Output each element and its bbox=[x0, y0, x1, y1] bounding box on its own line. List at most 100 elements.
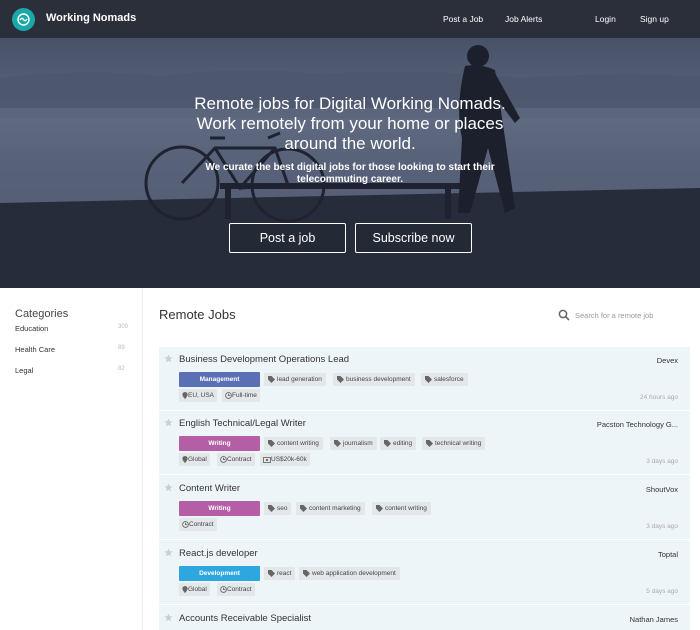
tag-label: react bbox=[277, 570, 292, 577]
tag-icon bbox=[300, 505, 307, 512]
nav-sign-up[interactable]: Sign up bbox=[640, 14, 669, 24]
hero-title: Remote jobs for Digital Working Nomads. … bbox=[194, 94, 506, 153]
tag[interactable]: journalism bbox=[330, 437, 377, 450]
categories-sidebar: Categories Education 309 Health Care 89 … bbox=[0, 288, 143, 630]
category-badge[interactable]: Writing bbox=[179, 501, 260, 516]
tag-icon bbox=[384, 440, 391, 447]
star-icon[interactable] bbox=[164, 418, 173, 427]
location-badge: Global bbox=[179, 453, 210, 466]
tag-label: content marketing bbox=[309, 505, 361, 512]
job-row[interactable]: React.js developer Toptal Development re… bbox=[159, 541, 690, 605]
job-row[interactable]: Accounts Receivable Specialist Nathan Ja… bbox=[159, 606, 690, 630]
tag-label: editing bbox=[393, 440, 413, 447]
search-input[interactable]: Search for a remote job bbox=[555, 306, 690, 326]
nav-login[interactable]: Login bbox=[595, 14, 616, 24]
tag-label: content writing bbox=[277, 440, 319, 447]
job-time: 5 days ago bbox=[646, 588, 678, 595]
tag-label: web application development bbox=[312, 570, 396, 577]
tag[interactable]: business development bbox=[333, 373, 415, 386]
job-type-badge: Full-time bbox=[222, 389, 260, 402]
category-badge[interactable]: Management bbox=[179, 372, 260, 387]
sidebar-item-health-care[interactable]: Health Care bbox=[15, 345, 55, 354]
page-title: Remote Jobs bbox=[159, 307, 236, 322]
category-badge[interactable]: Writing bbox=[179, 436, 260, 451]
sidebar-count-health-care: 89 bbox=[118, 345, 125, 351]
tag-label: content writing bbox=[385, 505, 427, 512]
tag[interactable]: content marketing bbox=[296, 502, 365, 515]
job-company[interactable]: Nathan James bbox=[630, 615, 678, 624]
search-placeholder: Search for a remote job bbox=[575, 311, 654, 320]
search-icon bbox=[558, 309, 570, 321]
job-type-badge: Contract bbox=[217, 453, 255, 466]
tag-icon bbox=[426, 440, 433, 447]
job-row[interactable]: English Technical/Legal Writer Pacston T… bbox=[159, 411, 690, 475]
tag[interactable]: lead generation bbox=[264, 373, 326, 386]
tag-label: journalism bbox=[343, 440, 373, 447]
sidebar-count-legal: 82 bbox=[118, 366, 125, 372]
tag-icon bbox=[268, 440, 275, 447]
location-label: Global bbox=[188, 456, 207, 463]
job-time: 24 hours ago bbox=[640, 394, 678, 401]
post-a-job-button[interactable]: Post a job bbox=[229, 223, 346, 253]
nav-job-alerts[interactable]: Job Alerts bbox=[505, 14, 542, 24]
job-type-label: Contract bbox=[227, 586, 252, 593]
top-navbar: Working Nomads Post a Job Job Alerts Log… bbox=[0, 0, 700, 38]
tag-icon bbox=[376, 505, 383, 512]
tag[interactable]: editing bbox=[380, 437, 417, 450]
tag[interactable]: content writing bbox=[372, 502, 431, 515]
location-badge: EU, USA bbox=[179, 389, 218, 402]
job-title[interactable]: React.js developer bbox=[179, 548, 258, 559]
job-type-badge: Contract bbox=[217, 583, 255, 596]
tag-icon bbox=[303, 570, 310, 577]
salary-label: US$20k-60k bbox=[271, 456, 307, 463]
tag[interactable]: salesforce bbox=[421, 373, 468, 386]
job-title[interactable]: English Technical/Legal Writer bbox=[179, 418, 306, 429]
sidebar-count-education: 309 bbox=[118, 324, 129, 330]
clock-icon bbox=[220, 586, 227, 593]
job-row[interactable]: Content Writer ShoutVox Writing seo cont… bbox=[159, 476, 690, 540]
tag-label: technical writing bbox=[435, 440, 482, 447]
job-title[interactable]: Content Writer bbox=[179, 483, 240, 494]
tag-label: seo bbox=[277, 505, 288, 512]
star-icon[interactable] bbox=[164, 548, 173, 557]
tag[interactable]: content writing bbox=[264, 437, 323, 450]
location-badge: Global bbox=[179, 583, 210, 596]
clock-icon bbox=[182, 521, 189, 528]
job-company[interactable]: ShoutVox bbox=[646, 485, 678, 494]
location-label: EU, USA bbox=[188, 392, 215, 399]
logo-icon[interactable] bbox=[12, 8, 35, 31]
job-company[interactable]: Toptal bbox=[658, 550, 678, 559]
hero-banner: Remote jobs for Digital Working Nomads. … bbox=[0, 38, 700, 288]
job-company[interactable]: Devex bbox=[657, 356, 678, 365]
tag-icon bbox=[337, 376, 344, 383]
sidebar-item-legal[interactable]: Legal bbox=[15, 366, 33, 375]
star-icon[interactable] bbox=[164, 613, 173, 622]
job-time: 3 days ago bbox=[646, 458, 678, 465]
job-title[interactable]: Business Development Operations Lead bbox=[179, 354, 349, 365]
tag-icon bbox=[334, 440, 341, 447]
tag[interactable]: web application development bbox=[299, 567, 400, 580]
brand-name[interactable]: Working Nomads bbox=[46, 12, 136, 24]
category-badge[interactable]: Development bbox=[179, 566, 260, 581]
tag[interactable]: seo bbox=[264, 502, 292, 515]
sidebar-item-education[interactable]: Education bbox=[15, 324, 48, 333]
nav-post-a-job[interactable]: Post a Job bbox=[443, 14, 483, 24]
money-icon bbox=[263, 456, 271, 463]
job-title[interactable]: Accounts Receivable Specialist bbox=[179, 613, 311, 624]
subscribe-now-button[interactable]: Subscribe now bbox=[355, 223, 472, 253]
job-company[interactable]: Pacston Technology G... bbox=[597, 420, 678, 429]
job-type-badge: Contract bbox=[179, 518, 217, 531]
job-type-label: Full-time bbox=[232, 392, 257, 399]
job-type-label: Contract bbox=[227, 456, 252, 463]
star-icon[interactable] bbox=[164, 354, 173, 363]
tag-label: business development bbox=[346, 376, 411, 383]
salary-badge: US$20k-60k bbox=[260, 453, 310, 466]
job-row[interactable]: Business Development Operations Lead Dev… bbox=[159, 347, 690, 411]
tag[interactable]: react bbox=[264, 567, 296, 580]
star-icon[interactable] bbox=[164, 483, 173, 492]
tag-icon bbox=[268, 570, 275, 577]
tag-label: salesforce bbox=[434, 376, 464, 383]
hero-subtitle: We curate the best digital jobs for thos… bbox=[205, 162, 495, 185]
tag[interactable]: technical writing bbox=[422, 437, 486, 450]
categories-title: Categories bbox=[15, 308, 69, 320]
